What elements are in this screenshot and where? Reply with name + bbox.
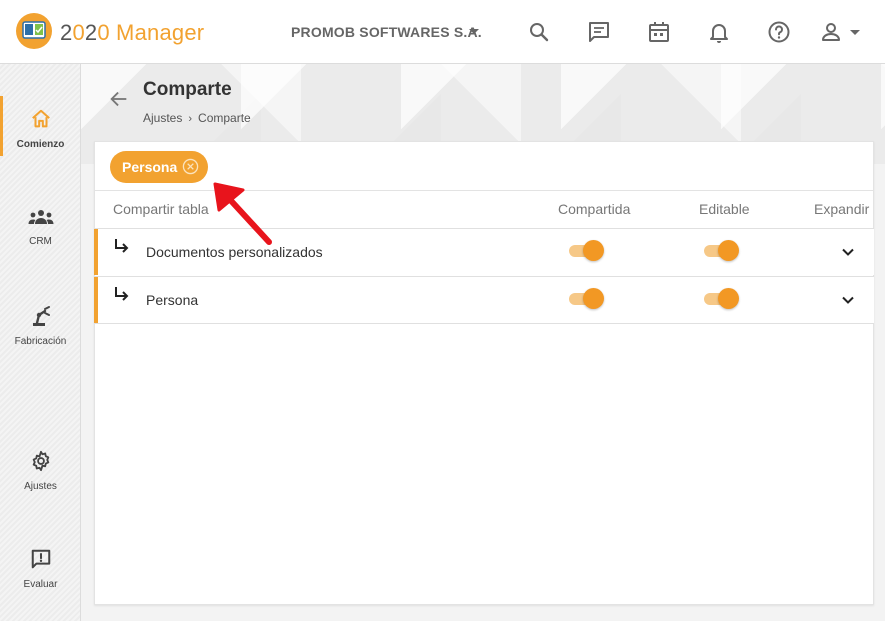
row-accent [94, 277, 98, 323]
caret-down-icon[interactable] [469, 29, 479, 34]
top-bar: 2020 Manager PROMOB SOFTWARES S.A. [0, 0, 885, 64]
calendar-icon[interactable] [647, 20, 671, 44]
gear-icon [32, 450, 49, 472]
home-icon [31, 109, 50, 128]
toggle-compartida[interactable] [567, 239, 605, 261]
breadcrumb: Ajustes › Comparte [143, 111, 251, 125]
toggle-editable[interactable] [702, 239, 740, 261]
sidebar-item-label: CRM [29, 236, 52, 247]
group-icon [28, 210, 53, 224]
annotation-arrow-icon [213, 182, 272, 245]
toggle-compartida[interactable] [567, 287, 605, 309]
company-selector[interactable]: PROMOB SOFTWARES S.A. [291, 24, 482, 40]
sidebar-item-fabricacion[interactable]: Fabricación [0, 305, 81, 347]
back-arrow-icon[interactable] [108, 88, 130, 110]
sidebar-item-label: Comienzo [16, 139, 65, 150]
row-name: Persona [146, 292, 199, 308]
row-accent [94, 229, 98, 275]
chat-icon[interactable] [587, 20, 611, 44]
column-header-compartir-tabla: Compartir tabla [113, 201, 209, 217]
sidebar-item-label: Ajustes [24, 481, 57, 492]
column-header-editable: Editable [699, 201, 750, 217]
bell-icon[interactable] [707, 20, 731, 44]
subdirectory-arrow-icon [115, 239, 129, 253]
breadcrumb-item-ajustes[interactable]: Ajustes [143, 111, 182, 125]
chevron-down-icon[interactable] [840, 292, 856, 308]
page-title: Comparte [143, 79, 232, 100]
divider [94, 323, 874, 324]
chevron-right-icon: › [188, 113, 193, 125]
column-header-expandir: Expandir [814, 201, 870, 217]
robot-arm-icon [32, 306, 50, 326]
filter-chip-label: Persona [122, 159, 178, 175]
column-header-compartida: Compartida [558, 201, 631, 217]
sidebar-item-comienzo[interactable]: Comienzo [0, 108, 81, 150]
brand-name: 2020 Manager [60, 20, 205, 45]
close-circle-icon[interactable] [182, 158, 199, 175]
sidebar-item-ajustes[interactable]: Ajustes [0, 450, 81, 492]
sidebar-item-label: Evaluar [23, 579, 58, 590]
table-row[interactable]: Persona [94, 276, 874, 323]
filter-chip-persona[interactable]: Persona [110, 151, 208, 183]
user-menu-caret-icon[interactable] [850, 30, 860, 35]
breadcrumb-item-comparte: Comparte [198, 111, 251, 125]
user-icon[interactable] [819, 20, 843, 44]
sidebar-item-crm[interactable]: CRM [0, 207, 81, 247]
sidebar-item-evaluar[interactable]: Evaluar [0, 548, 81, 590]
toggle-editable[interactable] [702, 287, 740, 309]
sidebar-item-label: Fabricación [14, 336, 67, 347]
subdirectory-arrow-icon [115, 287, 129, 301]
chevron-down-icon[interactable] [840, 244, 856, 260]
help-icon[interactable] [767, 20, 791, 44]
app-logo-icon[interactable] [16, 13, 52, 49]
feedback-icon [31, 549, 50, 569]
search-icon[interactable] [527, 20, 551, 44]
